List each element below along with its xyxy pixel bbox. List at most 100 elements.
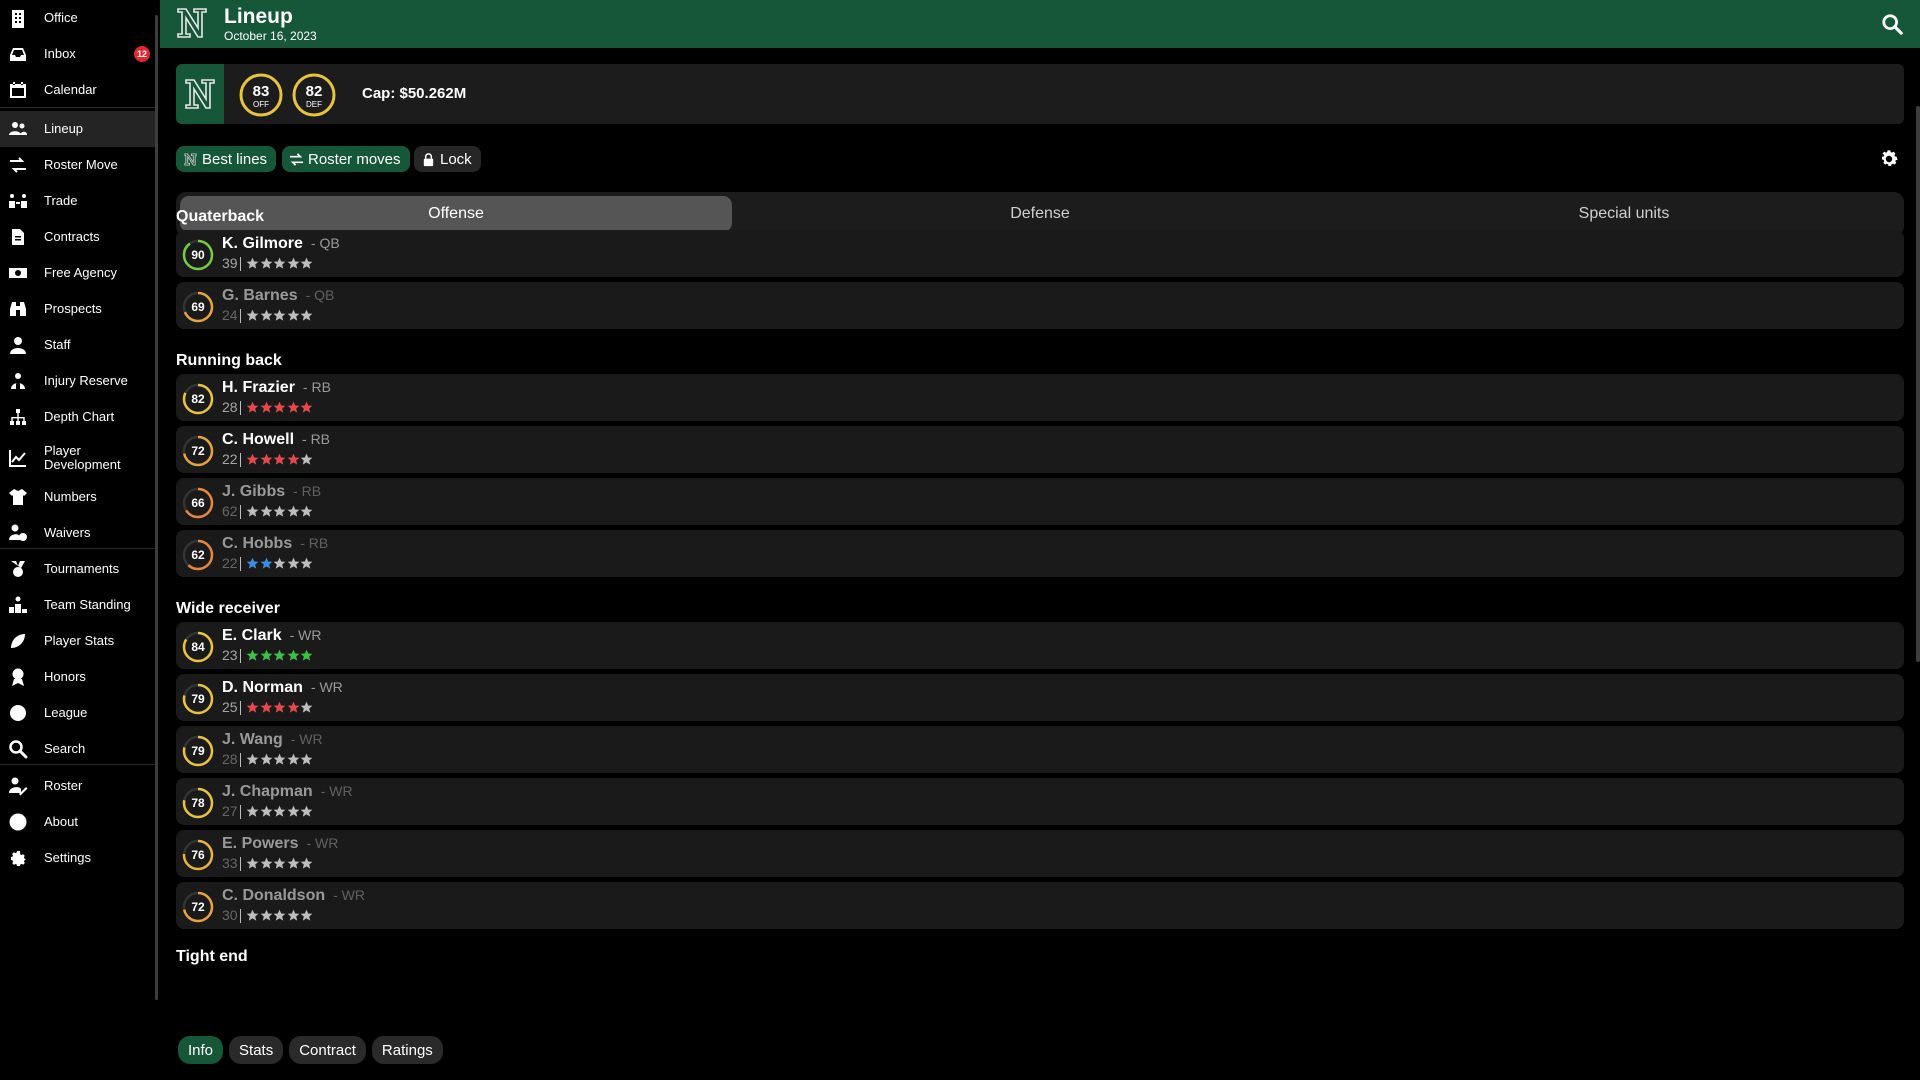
swap-icon: [289, 152, 304, 166]
player-row[interactable]: 82 H. Frazier - RB 28: [176, 374, 1904, 421]
sidebar-item-staff[interactable]: Staff: [0, 327, 155, 363]
player-name-line: J. Wang - WR: [222, 731, 323, 749]
roster-moves-button[interactable]: Roster moves: [282, 146, 410, 172]
sidebar-item-injury-reserve[interactable]: Injury Reserve: [0, 363, 155, 399]
player-row[interactable]: 78 J. Chapman - WR 27: [176, 778, 1904, 825]
star-icon: [287, 505, 299, 517]
sidebar-item-honors[interactable]: Honors: [0, 659, 155, 695]
player-row[interactable]: 69 G. Barnes - QB 24: [176, 282, 1904, 329]
detail-tab-info[interactable]: Info: [178, 1036, 224, 1064]
player-row[interactable]: 62 C. Hobbs - RB 22: [176, 530, 1904, 577]
player-position: - RB: [300, 535, 329, 551]
star-icon: [246, 857, 259, 869]
detail-tab-contract[interactable]: Contract: [289, 1036, 366, 1064]
sidebar-item-about[interactable]: About: [0, 804, 155, 840]
star-icon: [273, 257, 286, 269]
sidebar-item-team-standing[interactable]: Team Standing: [0, 587, 155, 623]
sidebar-item-waivers[interactable]: Waivers: [0, 515, 155, 551]
sidebar-item-label: Roster: [44, 778, 83, 793]
player-ovr: 78: [191, 796, 205, 810]
sidebar-item-roster-move[interactable]: Roster Move: [0, 147, 155, 183]
sidebar-item-tournaments[interactable]: Tournaments: [0, 551, 155, 587]
injury-icon: [8, 371, 28, 391]
contract-icon: [8, 227, 28, 247]
tab-defense[interactable]: Defense: [764, 196, 1316, 232]
sidebar-item-numbers[interactable]: Numbers: [0, 479, 155, 515]
sidebar-item-lineup[interactable]: Lineup: [0, 111, 155, 147]
player-ovr: 84: [191, 640, 205, 654]
star-icon: [260, 453, 272, 465]
sidebar-scrollbar[interactable]: [155, 15, 158, 1000]
sidebar-item-roster[interactable]: Roster: [0, 768, 155, 804]
star-icon: [273, 753, 286, 765]
salary-cap: Cap: $50.262M: [362, 85, 467, 102]
detail-tab-stats[interactable]: Stats: [229, 1036, 284, 1064]
player-rating-ring: 76: [182, 839, 214, 871]
player-name-line: C. Hobbs - RB: [222, 535, 328, 553]
sidebar-item-label: About: [44, 814, 78, 829]
player-position: - RB: [293, 483, 322, 499]
lock-button[interactable]: Lock: [414, 146, 481, 172]
best-lines-icon: [184, 152, 197, 166]
gear-icon[interactable]: [1878, 148, 1900, 170]
sidebar-item-settings[interactable]: Settings: [0, 840, 155, 876]
star-icon: [300, 701, 313, 713]
sidebar-item-office[interactable]: Office: [0, 0, 155, 36]
age-divider: [240, 805, 241, 819]
star-icon: [260, 557, 272, 569]
player-age: 33: [222, 855, 238, 871]
player-row[interactable]: 66 J. Gibbs - RB 62: [176, 478, 1904, 525]
roster-moves-label: Roster moves: [308, 150, 401, 168]
star-icon: [260, 505, 272, 517]
player-position: - WR: [306, 835, 339, 851]
star-icon: [300, 909, 313, 921]
sidebar-item-depth-chart[interactable]: Depth Chart: [0, 399, 155, 435]
player-row[interactable]: 90 K. Gilmore - QB 39: [176, 230, 1904, 277]
player-ovr: 69: [191, 300, 205, 314]
age-divider: [240, 257, 241, 271]
search-icon[interactable]: [1881, 13, 1903, 35]
money-icon: [8, 263, 28, 283]
sidebar-item-prospects[interactable]: Prospects: [0, 291, 155, 327]
age-divider: [240, 309, 241, 323]
tab-special-units[interactable]: Special units: [1348, 196, 1900, 232]
player-row[interactable]: 72 C. Donaldson - WR 30: [176, 882, 1904, 929]
sidebar-item-label: Trade: [44, 193, 78, 208]
binoculars-icon: [8, 299, 28, 319]
player-row[interactable]: 79 D. Norman - WR 25: [176, 674, 1904, 721]
player-ovr: 72: [191, 444, 205, 458]
star-icon: [260, 401, 272, 413]
detail-tab-ratings[interactable]: Ratings: [371, 1036, 443, 1064]
star-icon: [300, 309, 313, 321]
player-row[interactable]: 76 E. Powers - WR 33: [176, 830, 1904, 877]
sidebar-item-label: Tournaments: [44, 561, 120, 576]
player-row[interactable]: 79 J. Wang - WR 28: [176, 726, 1904, 773]
sidebar-item-player-development[interactable]: Player Development: [0, 437, 155, 479]
sidebar-item-league[interactable]: League: [0, 695, 155, 731]
player-row[interactable]: 84 E. Clark - WR 23: [176, 622, 1904, 669]
sidebar-item-free-agency[interactable]: Free Agency: [0, 255, 155, 291]
best-lines-button[interactable]: Best lines: [176, 146, 277, 172]
section-title: Running back: [176, 352, 282, 369]
player-rating-ring: 62: [182, 539, 214, 571]
star-icon: [300, 557, 313, 569]
sidebar-item-calendar[interactable]: Calendar: [0, 72, 155, 108]
users-icon: [8, 119, 28, 139]
sidebar-item-player-stats[interactable]: Player Stats: [0, 623, 155, 659]
inbox-unread-badge: 12: [134, 46, 150, 62]
player-position: - WR: [320, 783, 353, 799]
player-age: 22: [222, 451, 238, 467]
main-scrollbar[interactable]: [1916, 106, 1920, 662]
sidebar-item-contracts[interactable]: Contracts: [0, 219, 155, 255]
sidebar-item-trade[interactable]: Trade: [0, 183, 155, 219]
player-name-line: H. Frazier - RB: [222, 379, 331, 397]
age-divider: [240, 505, 241, 519]
player-row[interactable]: 72 C. Howell - RB 22: [176, 426, 1904, 473]
player-potential-stars: [246, 857, 314, 871]
sidebar-item-search[interactable]: Search: [0, 731, 155, 767]
gear-icon: [8, 848, 28, 868]
player-name: E. Clark: [222, 627, 282, 644]
sidebar-item-inbox[interactable]: Inbox 12: [0, 36, 155, 72]
star-icon: [273, 649, 286, 661]
section-title: Quaterback: [176, 208, 265, 225]
